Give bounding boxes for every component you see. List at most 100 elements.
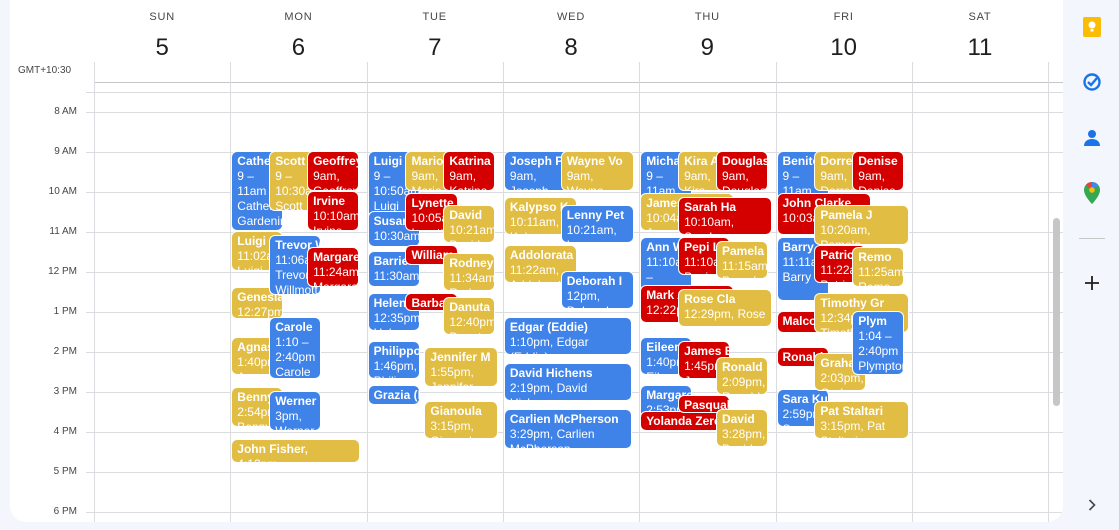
calendar-event[interactable]: Remo11:25am, Remo [853,248,904,286]
hour-label: 3 PM [53,386,77,397]
calendar-event[interactable]: Pat Staltari3:15pm, Pat Staltari [815,402,908,438]
side-panel-rail [1063,0,1119,530]
calendar-event[interactable]: Jennifer M1:55pm, Jennifer [425,348,497,386]
calendar-event[interactable]: Margaret11:24am, Margaret [308,248,359,286]
calendar-event[interactable]: Denise9am, Denise [853,152,904,190]
event-title: Philippo W [373,344,419,358]
event-title: Geoffrey [313,154,359,168]
calendar-event[interactable]: Grazia (MCS), 2:50pm [368,386,419,404]
event-time: 11:34am, Rodney [449,271,495,290]
calendar-event[interactable]: Rodney11:34am, Rodney [444,254,495,290]
hour-line [86,112,1063,113]
day-header-fri[interactable]: FRI 10 [776,0,912,70]
calendar-event[interactable]: Carlien McPherson3:29pm, Carlien McPhers… [504,410,632,448]
event-time: 11:24am, Margaret [313,265,359,286]
day-separator [1048,62,1049,522]
scrollbar-thumb[interactable] [1053,218,1060,406]
day-number[interactable]: 11 [912,34,1048,62]
day-header-sun[interactable]: SUN 5 [94,0,230,70]
event-title: Irvine [313,194,346,208]
event-time: 10:30am, Susan [373,229,419,246]
calendar-event[interactable]: David10:21am, David [444,206,495,242]
day-number[interactable]: 6 [230,34,366,62]
day-header-wed[interactable]: WED 8 [503,0,639,70]
event-time: 9am, Katrina [449,169,487,190]
day-number[interactable]: 8 [503,34,639,62]
calendar-event[interactable]: Douglas9am, Douglas [716,152,768,190]
event-title: Carole [275,320,313,334]
event-time: 9am, Douglas [721,169,766,190]
calendar-event[interactable]: Sarah Ha10:10am, Sarah [679,198,772,234]
hour-line [86,472,1063,473]
hour-line [86,512,1063,513]
contacts-icon[interactable] [1081,127,1103,149]
event-time: 1:10pm, Edgar (Eddie) [509,335,589,354]
calendar-event[interactable]: Ronald2:09pm, Ronald [716,358,768,394]
event-title: Douglas [721,154,768,168]
calendar-event[interactable]: John Fisher, 4:12pm, [232,440,359,462]
calendar-event[interactable]: Danuta12:40pm, Danuta [444,298,495,334]
hour-label: 11 AM [49,226,77,237]
event-title: David [449,208,483,222]
day-number[interactable]: 9 [639,34,775,62]
header-divider [94,82,1063,83]
hour-label: 8 AM [54,106,77,117]
event-time: 1:55pm, Jennifer [430,365,474,386]
event-title: Pamela J [820,208,873,222]
event-time: 11:25am, Remo [858,265,904,286]
event-title: Gianoula [430,404,482,418]
calendar-event[interactable]: Philippo W1:46pm, Philippo [368,342,419,378]
calendar-event[interactable]: Rose Cla 12:29pm, Rose [679,290,772,326]
event-time: 10:20am, Pamela [820,223,871,244]
calendar-event[interactable]: Geoffrey9am, Geoffrey [308,152,359,190]
event-time: 3:29pm, Carlien McPherson [509,427,595,448]
event-title: Rodney [449,256,494,270]
calendar-event[interactable]: Lenny Pet10:21am, Lenny [561,206,633,242]
event-title: Jennifer M [430,350,491,364]
maps-icon[interactable] [1081,182,1103,204]
hour-label: 2 PM [53,346,77,357]
calendar-event[interactable]: Katrina9am, Katrina [444,152,495,190]
event-time: 3:15pm, Gianoula [430,419,478,438]
calendar-event[interactable]: Pamela11:15am, Pamela [716,242,768,278]
calendar-event[interactable]: David Hichens2:19pm, David Hichens [504,364,632,400]
calendar-event[interactable]: Plym 1:04 – 2:40pm Plympton [853,312,904,374]
event-time: 1:04 – 2:40pm Plympton [858,329,904,373]
day-number[interactable]: 7 [367,34,503,62]
event-title: David [721,412,755,426]
hour-label: 9 AM [54,146,77,157]
event-title: Danuta [449,300,491,314]
chevron-right-icon[interactable] [1081,494,1103,516]
event-time: 9am, Wayne [566,169,604,190]
keep-icon[interactable] [1081,16,1103,38]
calendar-event[interactable]: Werner G3pm, Werner [270,392,321,430]
calendar-event[interactable]: Deborah I12pm, Deborah [561,272,633,308]
day-header-sat[interactable]: SAT 11 [912,0,1048,70]
hour-label: 4 PM [53,426,77,437]
calendar-event[interactable]: Pamela J10:20am, Pamela [815,206,908,244]
calendar-event[interactable]: Gianoula3:15pm, Gianoula [425,402,497,438]
day-header-tue[interactable]: TUE 7 [367,0,503,70]
calendar-event[interactable]: Carole1:10 – 2:40pm Carole Weber [270,318,321,378]
day-of-week: THU [694,11,720,23]
event-time: 3:28pm, David [721,427,766,446]
add-icon[interactable] [1081,272,1103,294]
day-of-week: FRI [833,11,854,23]
day-header-mon[interactable]: MON 6 [230,0,366,70]
calendar-event[interactable]: Irvine10:10am, Irvine [308,192,359,230]
calendar-event[interactable]: Wayne Vo9am, Wayne [561,152,633,190]
day-number[interactable]: 5 [94,34,230,62]
calendar-event[interactable]: David3:28pm, David [716,410,768,446]
hour-label: 5 PM [53,466,77,477]
hour-label: 6 PM [53,506,77,517]
event-time: 11:15am, Pamela [721,259,768,278]
event-time: 9am, Denise [858,169,895,190]
event-title: Ronald [721,360,763,374]
event-time: 2:09pm, Ronald [721,375,766,394]
event-title: Sarah Ha [684,200,737,214]
calendar-event[interactable]: Edgar (Eddie)1:10pm, Edgar (Eddie) [504,318,632,354]
day-number[interactable]: 10 [776,34,912,62]
tasks-icon[interactable] [1081,71,1103,93]
event-title: Edgar (Eddie) [509,320,588,334]
day-header-thu[interactable]: THU 9 [639,0,775,70]
